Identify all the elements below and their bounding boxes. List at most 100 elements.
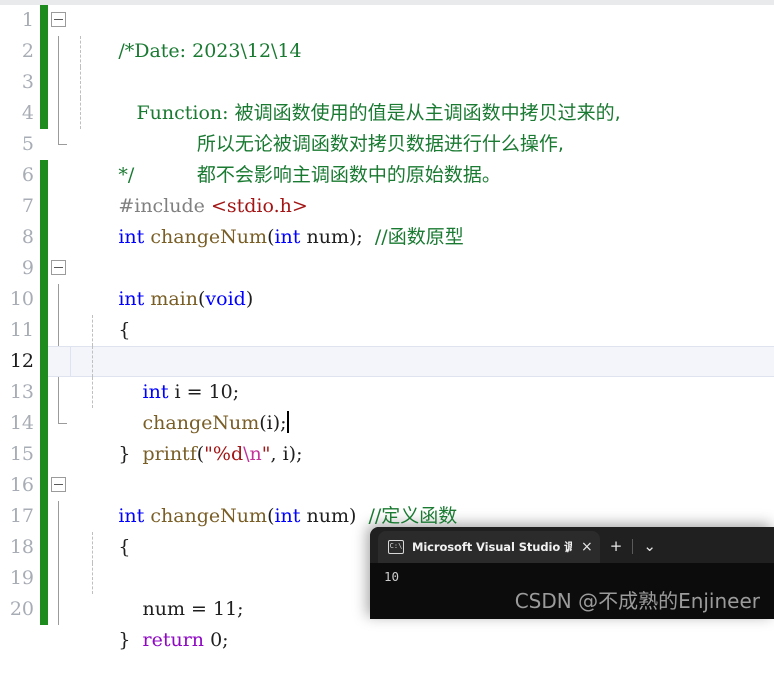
change-bar [40, 408, 48, 439]
fold-margin[interactable] [48, 439, 70, 470]
new-tab-icon[interactable]: + [600, 539, 633, 554]
collapse-icon[interactable] [51, 260, 66, 275]
change-bar [40, 191, 48, 222]
line-number: 4 [21, 102, 34, 124]
keyword-token: int [274, 226, 301, 248]
comment-token: //函数原型 [374, 226, 464, 248]
change-bar [40, 222, 48, 253]
code-rest: 0; [204, 629, 229, 651]
fold-margin[interactable] [48, 501, 70, 532]
comment-cjk-token: 被调函数使用的值是从主调函数中拷贝过来的, [234, 102, 621, 124]
console-window[interactable]: C:\ Microsoft Visual Studio 调试控 × + ⌄ 10… [370, 527, 774, 619]
indent-guide [92, 532, 93, 563]
fold-guide-line [58, 594, 59, 625]
change-bar [40, 501, 48, 532]
watermark-text: CSDN @不成熟的Enjineer [514, 589, 760, 613]
fold-margin[interactable] [48, 532, 70, 563]
comment-token: //定义函数 [368, 505, 458, 527]
fold-guide-line [58, 532, 59, 563]
code-line[interactable]: 10 { [0, 284, 774, 341]
code-rest: i = 10; [168, 381, 240, 403]
collapse-icon[interactable] [51, 12, 66, 27]
brace-token: } [118, 443, 131, 465]
code-line[interactable]: 15 [0, 439, 774, 470]
code-text[interactable]: int changeNum(int num) //定义函数 [70, 470, 774, 527]
control-keyword-token: return [142, 629, 205, 651]
fold-margin[interactable] [48, 191, 70, 222]
line-number: 11 [9, 319, 34, 341]
line-number: 17 [9, 505, 34, 527]
line-number: 3 [21, 71, 34, 93]
console-tab[interactable]: C:\ Microsoft Visual Studio 调试控 × [378, 531, 600, 563]
code-line[interactable]: 13 printf("%d\n", i); [0, 377, 774, 465]
comment-token: */ [118, 164, 135, 186]
indent-guide [92, 346, 93, 377]
line-number: 10 [9, 288, 34, 310]
comment-cjk-token: 所以无论被调函数对拷贝数据进行什么操作, [196, 133, 564, 155]
indent-guide [92, 563, 93, 594]
keyword-token: int [274, 505, 301, 527]
code-text[interactable]: 所以无论被调函数对拷贝数据进行什么操作, [70, 67, 774, 155]
change-bar [40, 253, 48, 284]
console-output-line: 10 [384, 569, 400, 584]
escape-token: \n [243, 443, 262, 465]
line-number: 20 [9, 598, 34, 620]
change-bar [40, 67, 48, 98]
code-text[interactable]: changeNum(i); [70, 346, 774, 434]
fold-margin[interactable] [48, 470, 70, 501]
indent-guide [92, 377, 93, 408]
change-bar [40, 284, 48, 315]
code-line[interactable]: 3 所以无论被调函数对拷贝数据进行什么操作, [0, 67, 774, 155]
string-token-close: " [261, 443, 271, 465]
param-token: num [306, 226, 349, 248]
console-output-area[interactable]: 10 CSDN @不成熟的Enjineer [370, 563, 774, 619]
chevron-down-icon[interactable]: ⌄ [633, 539, 666, 554]
code-line[interactable]: 1 /*Date: 2023\12\14 [0, 5, 774, 62]
code-line[interactable]: 2 Function: 被调函数使用的值是从主调函数中拷贝过来的, [0, 36, 774, 124]
fold-margin[interactable] [48, 67, 70, 98]
code-line[interactable]: 11 int i = 10; [0, 315, 774, 403]
code-text[interactable]: int i = 10; [70, 315, 774, 403]
code-line[interactable]: 7 int changeNum(int num); //函数原型 [0, 191, 774, 248]
code-line[interactable]: 14 } [0, 408, 774, 465]
fold-margin[interactable] [48, 315, 70, 346]
string-token: "%d [204, 443, 244, 465]
fold-margin[interactable] [48, 408, 70, 439]
code-line[interactable]: 16 int changeNum(int num) //定义函数 [0, 470, 774, 527]
punct-token: ( [196, 443, 205, 465]
fold-margin[interactable] [48, 284, 70, 315]
fold-margin[interactable] [48, 160, 70, 191]
brace-token: } [118, 629, 131, 651]
preprocessor-token: #include [118, 195, 211, 217]
fold-margin[interactable] [48, 377, 70, 408]
console-tab-title: Microsoft Visual Studio 调试控 [412, 540, 572, 554]
keyword-token: int [118, 288, 145, 310]
change-bar [40, 470, 48, 501]
fold-guide-line [58, 36, 59, 67]
fold-margin[interactable] [48, 36, 70, 67]
header-token: <stdio.h> [210, 195, 308, 217]
punct-token: ); [348, 226, 363, 248]
brace-token: { [118, 536, 131, 558]
comment-token: /*Date: 2023\12\14 [118, 40, 302, 62]
fold-margin[interactable] [48, 594, 70, 625]
line-number: 7 [21, 195, 34, 217]
code-line-current[interactable]: 12 changeNum(i); [0, 346, 774, 434]
console-titlebar[interactable]: C:\ Microsoft Visual Studio 调试控 × + ⌄ [370, 527, 774, 563]
fold-end-marker [58, 408, 67, 424]
code-text[interactable]: /*Date: 2023\12\14 [70, 5, 774, 62]
line-number: 6 [21, 164, 34, 186]
fold-margin[interactable] [48, 253, 70, 284]
code-line[interactable]: 9 int main(void) [0, 253, 774, 310]
comment-label-token: Function: [118, 102, 235, 124]
line-number: 8 [21, 226, 34, 248]
fold-margin[interactable] [48, 563, 70, 594]
fold-margin[interactable] [48, 222, 70, 253]
close-icon[interactable]: × [581, 540, 593, 554]
fold-margin[interactable] [48, 98, 70, 129]
fold-margin[interactable] [48, 5, 70, 36]
code-text[interactable]: int main(void) [70, 253, 774, 310]
fold-margin[interactable] [48, 129, 70, 160]
fold-guide-line [58, 501, 59, 532]
collapse-icon[interactable] [51, 477, 66, 492]
